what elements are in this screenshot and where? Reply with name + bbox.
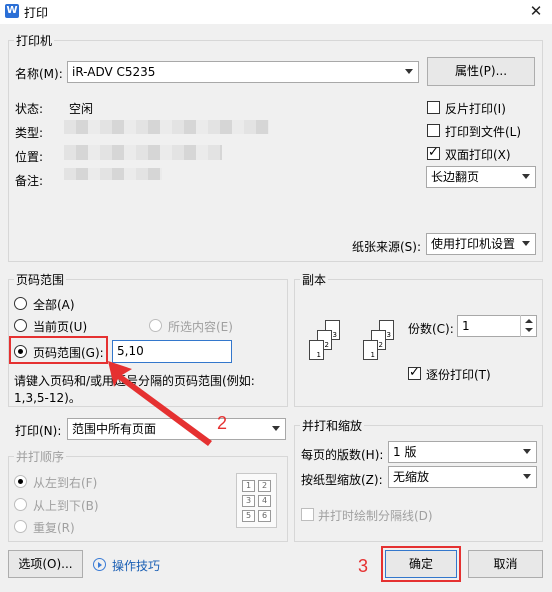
wps-app-icon: W — [5, 4, 19, 18]
chevron-down-icon — [405, 69, 413, 74]
location-label: 位置: — [15, 150, 44, 164]
title-bar — [0, 0, 552, 24]
chevron-down-icon — [522, 241, 530, 246]
page-range-group-title: 页码范围 — [14, 271, 67, 288]
print-to-file-label: 打印到文件(L) — [445, 125, 522, 139]
chevron-down-icon — [523, 474, 531, 479]
chevron-down-icon — [522, 174, 530, 179]
play-circle-icon — [93, 558, 106, 571]
type-value-redacted — [64, 120, 269, 134]
scale-value: 无缩放 — [393, 470, 430, 484]
scale-label: 按纸型缩放(Z): — [301, 473, 383, 487]
reverse-print-checkbox[interactable] — [427, 101, 440, 114]
print-to-file-checkbox[interactable] — [427, 124, 440, 137]
status-label: 状态: — [15, 102, 44, 116]
stack-page: 1 — [363, 340, 378, 360]
order-top-bottom-label: 从上到下(B) — [33, 499, 99, 513]
zoom-group-title: 并打和缩放 — [300, 417, 365, 434]
collate-stack-icon: 3 2 1 — [303, 320, 353, 372]
pages-per-sheet-select[interactable]: 1 版 — [388, 441, 537, 463]
order-top-bottom-radio — [14, 498, 27, 511]
draw-lines-checkbox — [301, 508, 314, 521]
collate-checkbox[interactable] — [408, 365, 421, 380]
chevron-down-icon — [272, 426, 280, 431]
flip-value: 长边翻页 — [431, 170, 480, 184]
printer-name-value: iR-ADV C5235 — [72, 65, 156, 79]
order-repeat-label: 重复(R) — [33, 521, 75, 535]
window-title: 打印 — [24, 6, 49, 20]
preview-cell: 2 — [258, 480, 271, 492]
copies-count-spinner[interactable]: 1 — [457, 315, 537, 337]
printer-name-select[interactable]: iR-ADV C5235 — [67, 61, 419, 83]
preview-cell: 3 — [242, 495, 255, 507]
location-value-redacted — [64, 145, 222, 160]
range-pages-highlight — [9, 336, 108, 364]
range-selection-radio — [149, 319, 162, 332]
collate-order-group-title: 并打顺序 — [14, 448, 67, 465]
chevron-down-icon — [523, 449, 531, 454]
order-repeat-radio — [14, 520, 27, 533]
comment-label: 备注: — [15, 174, 44, 188]
pages-per-sheet-label: 每页的版数(H): — [301, 448, 384, 462]
range-selection-label: 所选内容(E) — [168, 320, 233, 334]
spinner-arrows-icon[interactable] — [520, 315, 536, 337]
printer-group-title: 打印机 — [14, 32, 55, 49]
scale-select[interactable]: 无缩放 — [388, 466, 537, 488]
cancel-button[interactable]: 取消 — [468, 550, 543, 578]
copies-count-label: 份数(C): — [408, 322, 454, 336]
paper-source-value: 使用打印机设置 — [431, 237, 516, 251]
draw-lines-label: 并打时绘制分隔线(D) — [318, 509, 433, 523]
preview-cell: 1 — [242, 480, 255, 492]
copies-count-value: 1 — [462, 319, 470, 333]
preview-cell: 4 — [258, 495, 271, 507]
copies-group-title: 副本 — [300, 271, 329, 288]
step-3-annotation: 3 — [358, 556, 369, 576]
close-icon[interactable]: ✕ — [524, 1, 548, 21]
status-value: 空闲 — [69, 102, 94, 116]
collate-stack-icon: 3 2 1 — [357, 320, 407, 372]
duplex-label: 双面打印(X) — [445, 148, 511, 162]
collate-label: 逐份打印(T) — [426, 368, 491, 382]
paper-source-label: 纸张来源(S): — [352, 240, 422, 254]
print-what-label: 打印(N): — [15, 424, 62, 438]
page-range-hint-line2: 1,3,5-12)。 — [14, 391, 81, 405]
comment-value-redacted — [64, 168, 162, 180]
duplex-checkbox[interactable] — [427, 145, 440, 160]
type-label: 类型: — [15, 126, 44, 140]
preview-cell: 6 — [258, 510, 271, 522]
preview-cell: 5 — [242, 510, 255, 522]
range-all-label: 全部(A) — [33, 298, 75, 312]
pages-per-sheet-value: 1 版 — [393, 445, 417, 459]
range-current-label: 当前页(U) — [33, 320, 88, 334]
annotation-arrow-icon — [108, 361, 212, 446]
order-left-right-label: 从左到右(F) — [33, 476, 98, 490]
tips-link[interactable]: 操作技巧 — [112, 557, 160, 574]
reverse-print-label: 反片打印(I) — [445, 102, 506, 116]
properties-button[interactable]: 属性(P)... — [427, 57, 535, 86]
paper-source-select[interactable]: 使用打印机设置 — [426, 233, 536, 255]
order-preview: 1 2 3 4 5 6 — [236, 473, 277, 528]
flip-select[interactable]: 长边翻页 — [426, 166, 536, 188]
options-button[interactable]: 选项(O)... — [8, 550, 83, 578]
ok-button-highlight — [381, 546, 461, 582]
range-all-radio[interactable] — [14, 297, 27, 310]
printer-name-label: 名称(M): — [15, 67, 63, 81]
range-current-radio[interactable] — [14, 319, 27, 332]
order-left-right-radio — [14, 475, 27, 488]
stack-page: 1 — [309, 340, 324, 360]
